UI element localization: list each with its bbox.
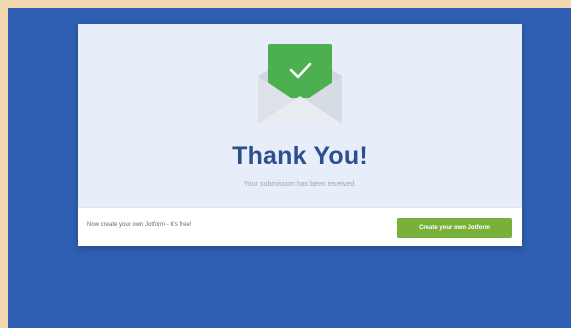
page-title: Thank You! bbox=[232, 142, 368, 170]
footer-bar: Now create your own Jotform - It's free!… bbox=[78, 207, 522, 246]
thank-you-card: Thank You! Your submission has been rece… bbox=[78, 24, 522, 246]
confirmation-message: Your submission has been received. bbox=[243, 181, 357, 188]
create-jotform-button[interactable]: Create your own Jotform bbox=[397, 218, 512, 238]
footer-promo-text: Now create your own Jotform - It's free! bbox=[87, 222, 192, 228]
envelope-check-icon bbox=[258, 44, 342, 124]
